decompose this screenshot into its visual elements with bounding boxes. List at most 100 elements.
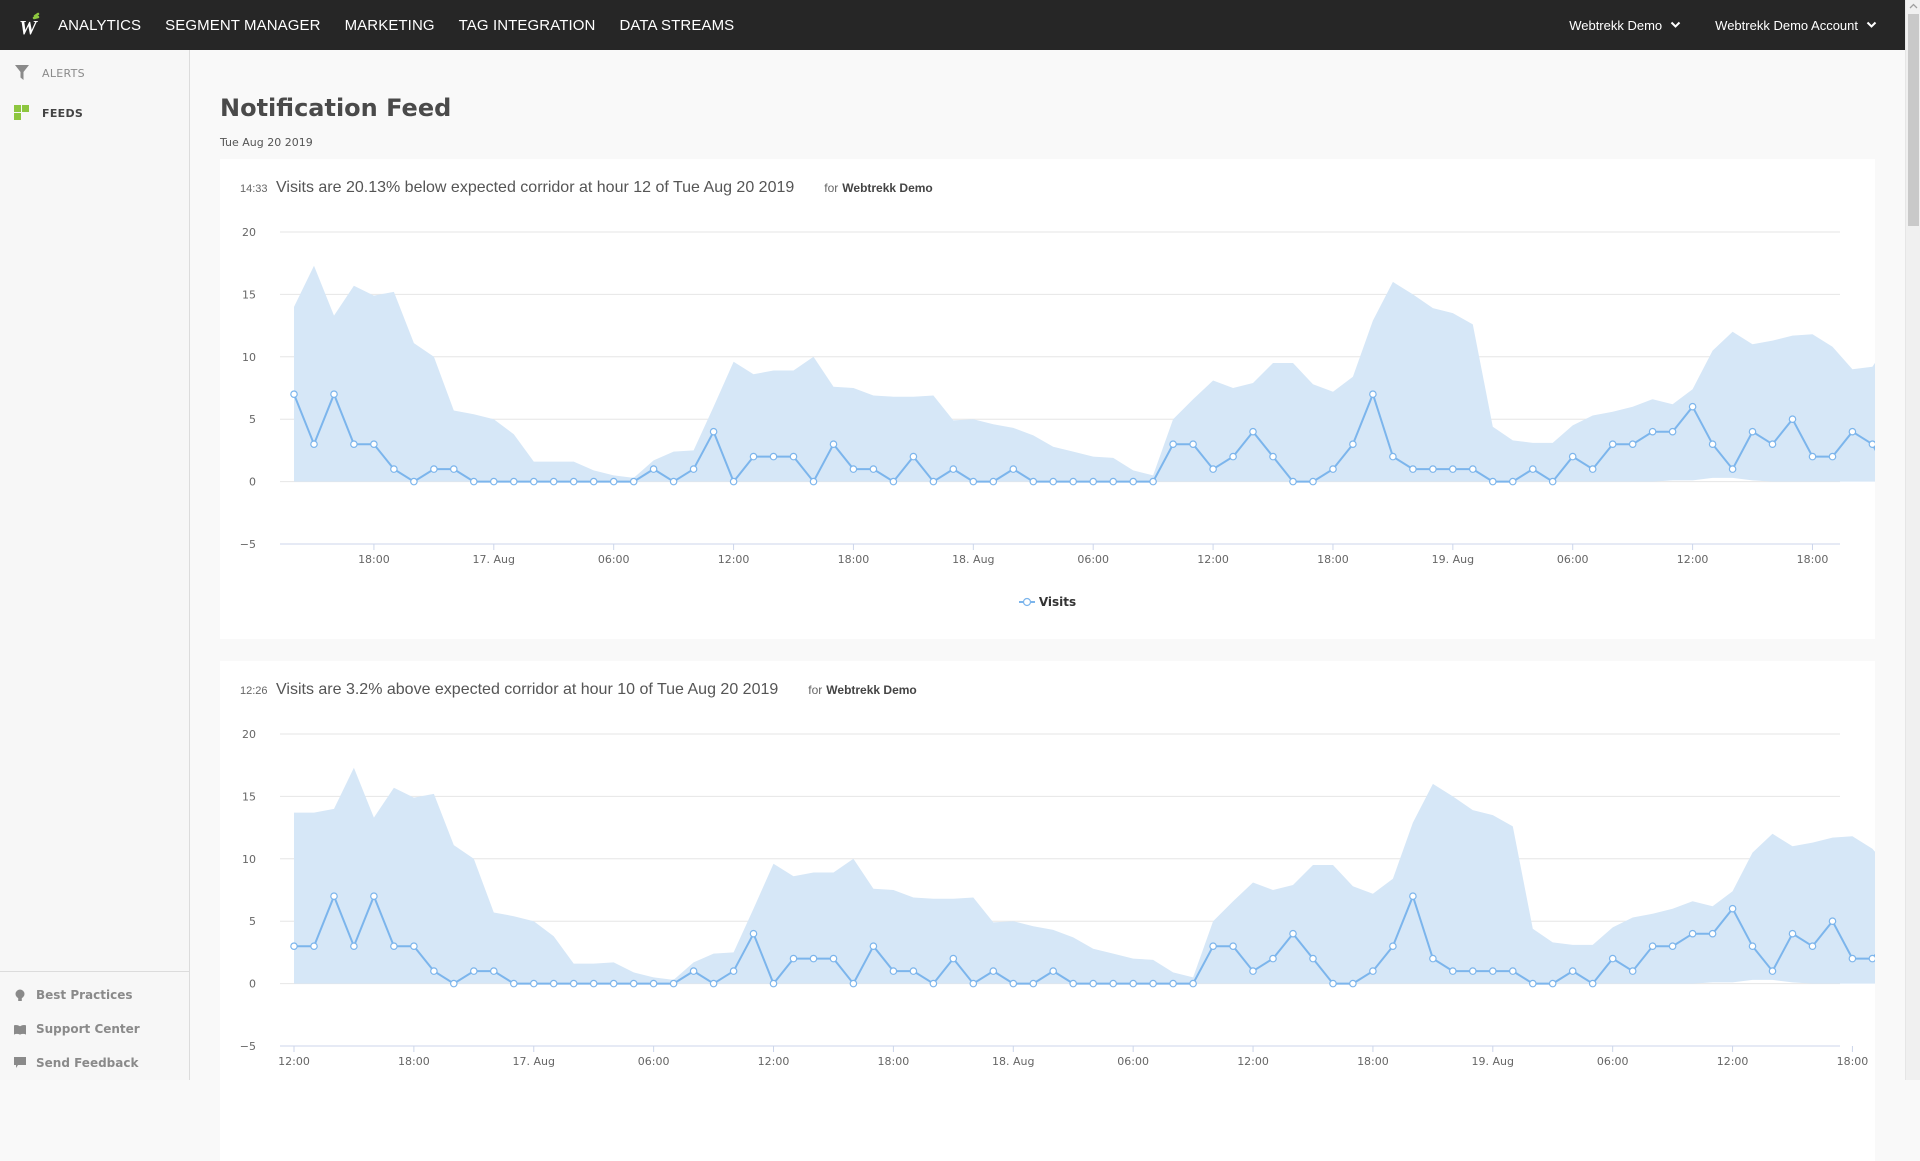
data-point[interactable] <box>589 979 598 988</box>
data-point[interactable] <box>1529 465 1537 473</box>
data-point[interactable] <box>829 440 838 449</box>
data-point[interactable] <box>390 465 398 473</box>
nav-segment-manager[interactable]: SEGMENT MANAGER <box>165 17 320 34</box>
data-point[interactable] <box>489 967 498 975</box>
data-point[interactable] <box>1828 917 1837 926</box>
data-point[interactable] <box>1848 427 1857 436</box>
data-point[interactable] <box>849 979 858 988</box>
data-point[interactable] <box>769 452 778 461</box>
data-point[interactable] <box>1249 427 1257 436</box>
data-point[interactable] <box>829 954 838 963</box>
data-point[interactable] <box>809 954 818 963</box>
data-point[interactable] <box>949 465 958 473</box>
data-point[interactable] <box>1688 402 1697 411</box>
nav-tag-integration[interactable]: TAG INTEGRATION <box>459 17 596 34</box>
data-point[interactable] <box>1648 942 1657 951</box>
data-point[interactable] <box>470 967 478 975</box>
data-point[interactable] <box>749 452 758 461</box>
data-point[interactable] <box>929 979 938 988</box>
data-point[interactable] <box>350 440 358 449</box>
data-point[interactable] <box>1868 440 1875 448</box>
data-point[interactable] <box>1349 979 1357 988</box>
data-point[interactable] <box>1848 954 1857 963</box>
data-point[interactable] <box>1429 954 1437 963</box>
data-point[interactable] <box>1509 967 1517 975</box>
data-point[interactable] <box>669 477 678 486</box>
data-point[interactable] <box>1309 477 1317 486</box>
data-point[interactable] <box>1049 967 1058 975</box>
data-point[interactable] <box>1389 942 1397 951</box>
data-point[interactable] <box>1089 477 1098 486</box>
webtrekk-logo[interactable]: W <box>0 0 58 50</box>
data-point[interactable] <box>350 942 358 951</box>
data-point[interactable] <box>1129 477 1138 486</box>
visits-chart[interactable]: 20 15 10 5 0 −5 12:00 18:00 17. Aug 06:00 12:00 18:… <box>220 719 1875 1089</box>
data-point[interactable] <box>509 477 518 486</box>
data-point[interactable] <box>430 465 438 473</box>
data-point[interactable] <box>1808 452 1817 461</box>
data-point[interactable] <box>330 390 338 399</box>
project-selector[interactable]: Webtrekk Demo <box>1569 18 1681 33</box>
data-point[interactable] <box>1049 477 1058 486</box>
nav-data-streams[interactable]: DATA STREAMS <box>619 17 734 34</box>
data-point[interactable] <box>649 979 658 988</box>
data-point[interactable] <box>1628 440 1637 449</box>
data-point[interactable] <box>1788 929 1797 938</box>
data-point[interactable] <box>1768 440 1777 449</box>
data-point[interactable] <box>1029 477 1038 486</box>
data-point[interactable] <box>689 465 698 473</box>
data-point[interactable] <box>1169 440 1177 449</box>
data-point[interactable] <box>1289 929 1297 938</box>
data-point[interactable] <box>609 477 618 486</box>
data-point[interactable] <box>1109 979 1118 988</box>
data-point[interactable] <box>1509 477 1517 486</box>
data-point[interactable] <box>1089 979 1098 988</box>
data-point[interactable] <box>330 892 338 901</box>
sidebar-item-feeds[interactable]: FEEDS <box>0 93 189 133</box>
data-point[interactable] <box>290 390 298 399</box>
data-point[interactable] <box>1149 979 1157 988</box>
data-point[interactable] <box>1608 954 1617 963</box>
data-point[interactable] <box>390 942 398 951</box>
data-point[interactable] <box>1289 477 1297 486</box>
data-point[interactable] <box>290 942 298 951</box>
data-point[interactable] <box>709 979 718 988</box>
data-point[interactable] <box>1688 929 1697 938</box>
data-point[interactable] <box>729 477 738 486</box>
data-point[interactable] <box>769 979 778 988</box>
data-point[interactable] <box>450 465 458 473</box>
data-point[interactable] <box>529 979 538 988</box>
data-point[interactable] <box>1708 929 1717 938</box>
data-point[interactable] <box>1489 477 1497 486</box>
data-point[interactable] <box>1409 892 1417 901</box>
data-point[interactable] <box>669 979 678 988</box>
data-point[interactable] <box>1628 967 1637 975</box>
data-point[interactable] <box>549 477 558 486</box>
data-point[interactable] <box>1728 904 1737 913</box>
data-point[interactable] <box>1788 415 1797 424</box>
data-point[interactable] <box>789 452 798 461</box>
data-point[interactable] <box>789 954 798 963</box>
data-point[interactable] <box>410 477 418 486</box>
data-point[interactable] <box>1529 979 1537 988</box>
data-point[interactable] <box>629 979 638 988</box>
data-point[interactable] <box>889 967 898 975</box>
data-point[interactable] <box>489 477 498 486</box>
data-point[interactable] <box>1009 979 1018 988</box>
data-point[interactable] <box>1668 942 1677 951</box>
data-point[interactable] <box>1429 465 1437 473</box>
data-point[interactable] <box>869 465 878 473</box>
data-point[interactable] <box>1728 465 1737 473</box>
data-point[interactable] <box>1449 465 1457 473</box>
data-point[interactable] <box>989 967 998 975</box>
data-point[interactable] <box>869 942 878 951</box>
data-point[interactable] <box>1149 477 1157 486</box>
chart-legend[interactable]: Visits <box>220 587 1875 617</box>
data-point[interactable] <box>1389 452 1397 461</box>
data-point[interactable] <box>1009 465 1018 473</box>
data-point[interactable] <box>1608 440 1617 449</box>
vertical-scrollbar[interactable] <box>1905 0 1920 1080</box>
data-point[interactable] <box>1708 440 1717 449</box>
data-point[interactable] <box>929 477 938 486</box>
data-point[interactable] <box>949 954 958 963</box>
